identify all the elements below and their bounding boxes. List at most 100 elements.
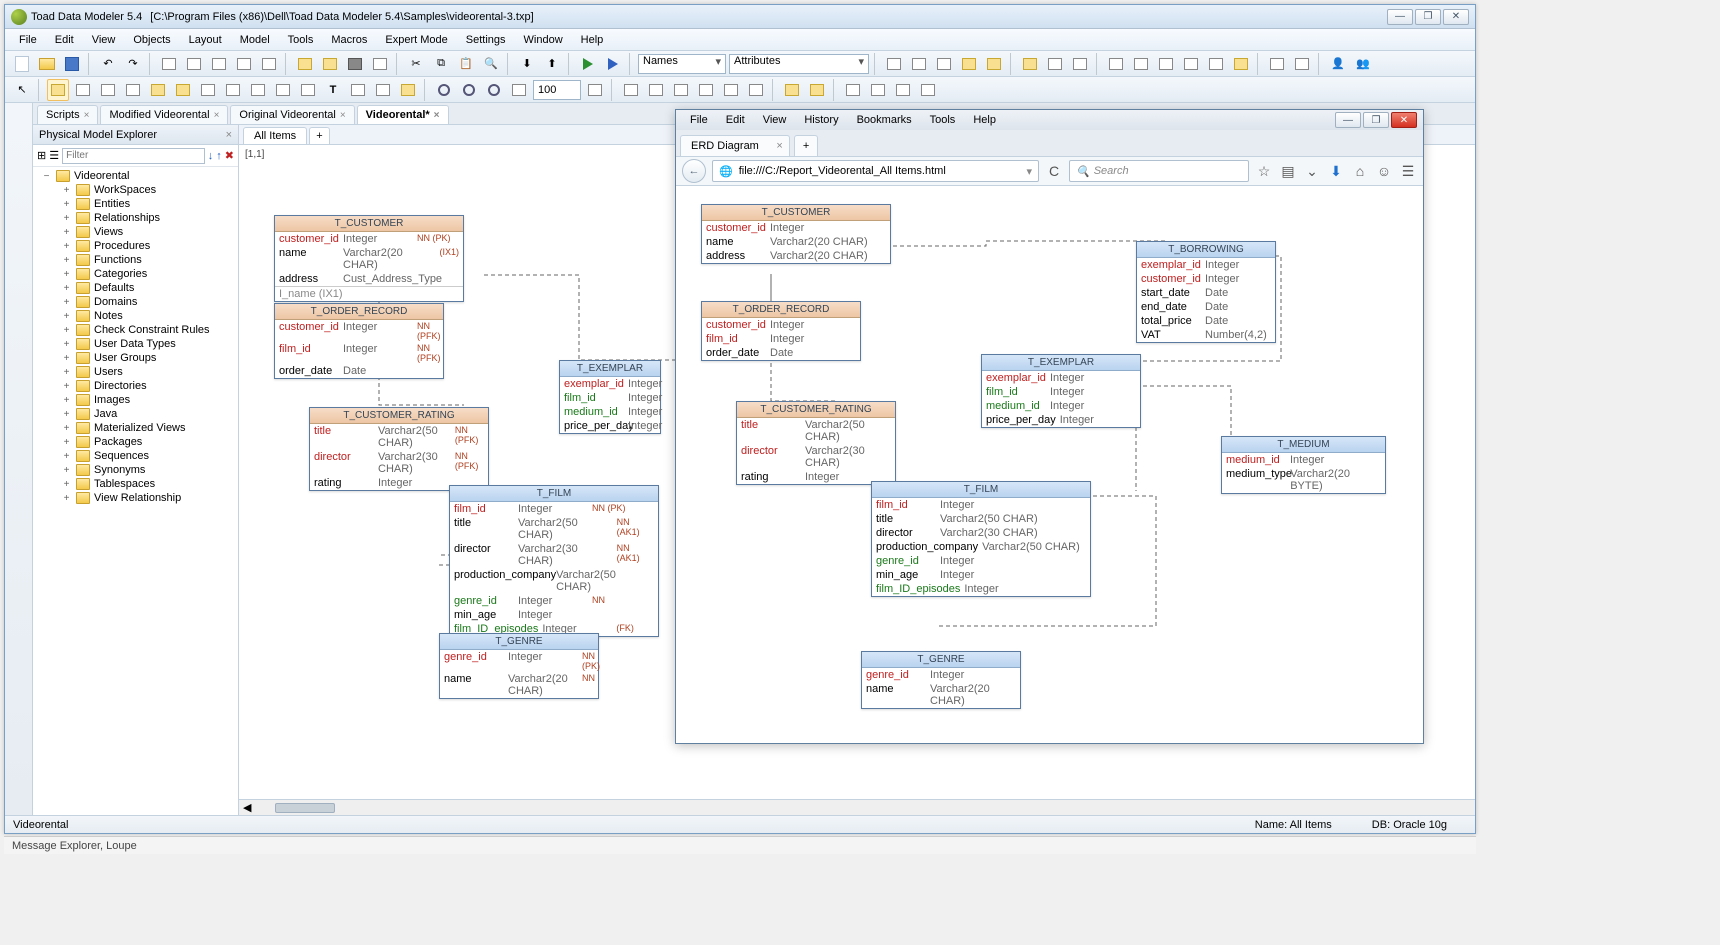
cut-button[interactable]: ✂: [405, 53, 427, 75]
print-button[interactable]: [344, 53, 366, 75]
menu-macros[interactable]: Macros: [323, 31, 375, 49]
tool-btn-18[interactable]: [1130, 53, 1152, 75]
undo-button[interactable]: ↶: [97, 53, 119, 75]
tool-btn-2[interactable]: [183, 53, 205, 75]
tree-node[interactable]: +Images: [33, 393, 238, 407]
entity-t_customer[interactable]: T_CUSTOMERcustomer_idIntegerNN (PK)nameV…: [274, 215, 464, 302]
import-button[interactable]: ⬇: [516, 53, 538, 75]
tool-btn-21[interactable]: [1205, 53, 1227, 75]
entity-t_exemplar[interactable]: T_EXEMPLARexemplar_idIntegerNNfilm_idInt…: [559, 360, 661, 434]
tree-node[interactable]: +Tablespaces: [33, 477, 238, 491]
download-icon[interactable]: ⬇: [1327, 163, 1345, 180]
layout-tool-7[interactable]: [197, 79, 219, 101]
close-icon[interactable]: ×: [84, 110, 90, 121]
pointer-tool[interactable]: ↖: [11, 79, 33, 101]
menu-expert-mode[interactable]: Expert Mode: [377, 31, 455, 49]
run-button[interactable]: [577, 53, 599, 75]
display-tool-4[interactable]: [917, 79, 939, 101]
layout-tool-3[interactable]: [97, 79, 119, 101]
tool-btn-24[interactable]: [1291, 53, 1313, 75]
workspace-tab-all[interactable]: All Items: [243, 127, 307, 144]
browser-search-input[interactable]: 🔍 Search: [1069, 160, 1249, 182]
tree-node[interactable]: +Views: [33, 225, 238, 239]
copy-button[interactable]: ⧉: [430, 53, 452, 75]
tool-btn-5[interactable]: [258, 53, 280, 75]
run-compare-button[interactable]: [602, 53, 624, 75]
list-mode-icon[interactable]: ☰: [49, 149, 59, 162]
bmenu-edit[interactable]: Edit: [718, 112, 753, 128]
tree-node[interactable]: +WorkSpaces: [33, 183, 238, 197]
layout-tool-6[interactable]: [172, 79, 194, 101]
text-tool[interactable]: T: [322, 79, 344, 101]
close-icon[interactable]: ×: [776, 140, 782, 152]
display-tool-1[interactable]: [842, 79, 864, 101]
grid-tool-1[interactable]: [781, 79, 803, 101]
menu-icon[interactable]: ☰: [1399, 163, 1417, 180]
tool-btn-7[interactable]: [319, 53, 341, 75]
entity-t_film[interactable]: T_FILMfilm_idIntegertitleVarchar2(50 CHA…: [871, 481, 1091, 597]
align-tool-3[interactable]: [670, 79, 692, 101]
tree-node[interactable]: +Procedures: [33, 239, 238, 253]
close-button[interactable]: ✕: [1443, 9, 1469, 25]
menu-settings[interactable]: Settings: [458, 31, 514, 49]
layout-tool-5[interactable]: [147, 79, 169, 101]
layout-tool-14[interactable]: [397, 79, 419, 101]
tab-modified[interactable]: Modified Videorental×: [100, 105, 228, 124]
close-icon[interactable]: ×: [340, 110, 346, 121]
tree-node[interactable]: +User Data Types: [33, 337, 238, 351]
url-input[interactable]: 🌐 file:///C:/Report_Videorental_All Item…: [712, 160, 1039, 182]
tree-node[interactable]: +Synonyms: [33, 463, 238, 477]
bmenu-history[interactable]: History: [796, 112, 846, 128]
layout-tool-11[interactable]: [297, 79, 319, 101]
tree-node[interactable]: +Categories: [33, 267, 238, 281]
tree-node[interactable]: +Materialized Views: [33, 421, 238, 435]
rail-btn[interactable]: [9, 107, 29, 125]
browser-minimize-button[interactable]: —: [1335, 112, 1361, 128]
menu-edit[interactable]: Edit: [47, 31, 82, 49]
tool-btn-10[interactable]: [908, 53, 930, 75]
close-icon[interactable]: ×: [226, 129, 232, 141]
entity-t_exemplar[interactable]: T_EXEMPLARexemplar_idIntegerfilm_idInteg…: [981, 354, 1141, 428]
tool-btn-3[interactable]: [208, 53, 230, 75]
explorer-header[interactable]: Physical Model Explorer ×: [33, 125, 238, 145]
home-icon[interactable]: ⌂: [1351, 163, 1369, 179]
tool-btn-15[interactable]: [1044, 53, 1066, 75]
workspace-tab-add[interactable]: +: [309, 127, 329, 144]
tool-btn-6[interactable]: [294, 53, 316, 75]
users-button[interactable]: 👥: [1352, 53, 1374, 75]
menu-layout[interactable]: Layout: [181, 31, 230, 49]
menu-model[interactable]: Model: [232, 31, 278, 49]
layout-tool-2[interactable]: [72, 79, 94, 101]
zoom-box-tool[interactable]: [508, 79, 530, 101]
bmenu-help[interactable]: Help: [965, 112, 1004, 128]
browser-content[interactable]: T_CUSTOMERcustomer_idIntegernameVarchar2…: [676, 186, 1423, 743]
entity-t_customer[interactable]: T_CUSTOMERcustomer_idIntegernameVarchar2…: [701, 204, 891, 264]
new-button[interactable]: [11, 53, 33, 75]
layout-tool-13[interactable]: [372, 79, 394, 101]
zoom-level-input[interactable]: [533, 80, 581, 100]
layout-tool-4[interactable]: [122, 79, 144, 101]
tree-node[interactable]: +Java: [33, 407, 238, 421]
export-button[interactable]: ⬆: [541, 53, 563, 75]
layout-tool-9[interactable]: [247, 79, 269, 101]
entity-t_genre[interactable]: T_GENREgenre_idIntegerNN (PK)nameVarchar…: [439, 633, 599, 699]
menu-objects[interactable]: Objects: [125, 31, 178, 49]
layout-tool-12[interactable]: [347, 79, 369, 101]
tree-node[interactable]: +Packages: [33, 435, 238, 449]
minimize-button[interactable]: —: [1387, 9, 1413, 25]
bmenu-bookmarks[interactable]: Bookmarks: [849, 112, 920, 128]
bmenu-file[interactable]: File: [682, 112, 716, 128]
tool-btn-13[interactable]: [983, 53, 1005, 75]
tree-node[interactable]: +Sequences: [33, 449, 238, 463]
tab-original[interactable]: Original Videorental×: [230, 105, 354, 124]
align-tool-5[interactable]: [720, 79, 742, 101]
tool-btn-11[interactable]: [933, 53, 955, 75]
tool-btn-9[interactable]: [883, 53, 905, 75]
align-tool-2[interactable]: [645, 79, 667, 101]
horizontal-scrollbar[interactable]: ◀: [239, 799, 1475, 815]
tree-node[interactable]: +Relationships: [33, 211, 238, 225]
layout-tool-10[interactable]: [272, 79, 294, 101]
tool-btn-17[interactable]: [1105, 53, 1127, 75]
tree-mode-icon[interactable]: ⊞: [37, 149, 46, 162]
arrow-up-icon[interactable]: ↑: [216, 150, 222, 162]
